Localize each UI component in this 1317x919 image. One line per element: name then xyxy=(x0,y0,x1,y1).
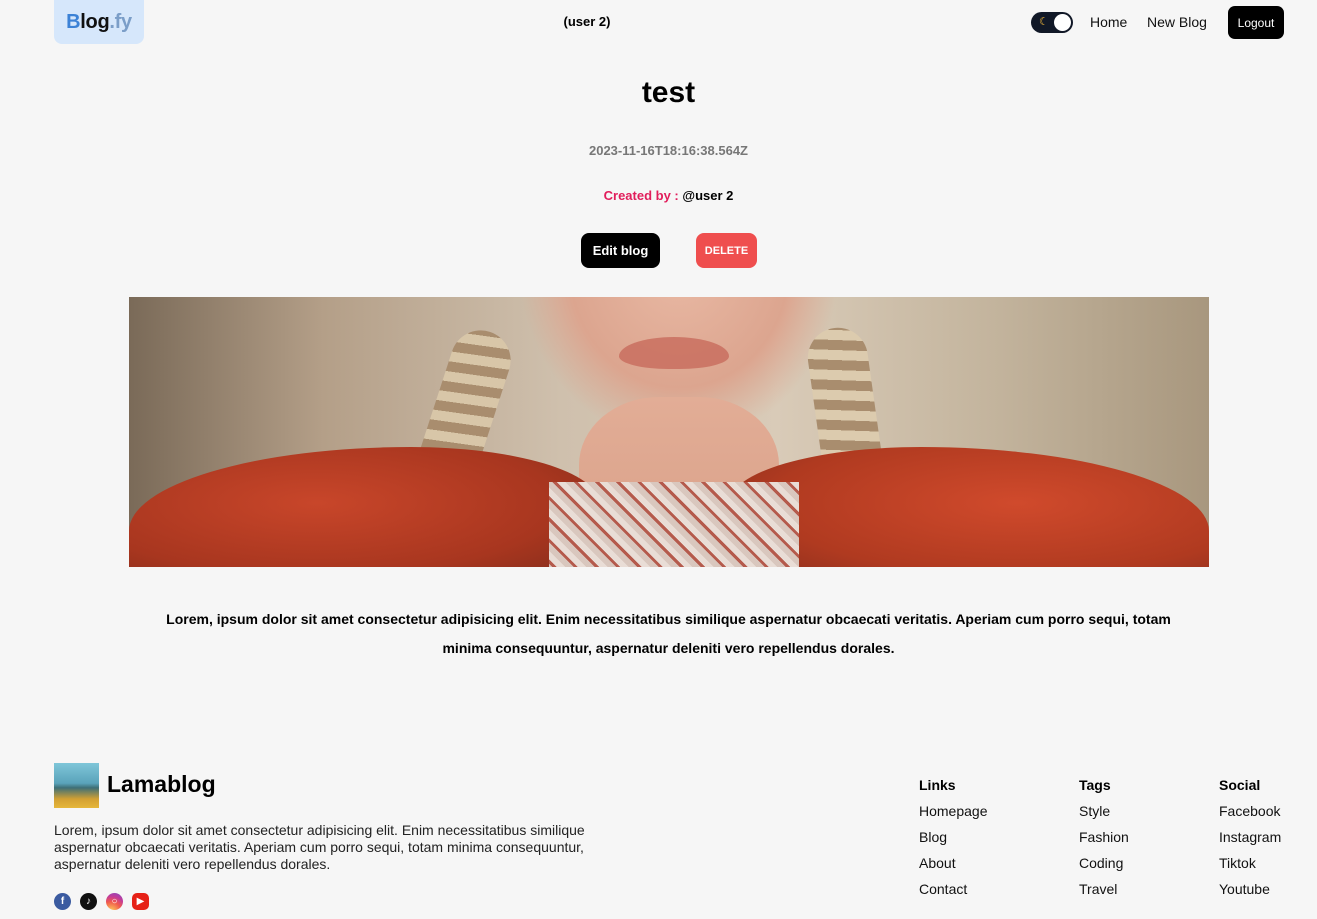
footer-links-column: Links Homepage Blog About Contact xyxy=(919,777,988,907)
logo-letter-b: B xyxy=(66,10,81,33)
footer-social-youtube[interactable]: Youtube xyxy=(1219,881,1281,907)
hero-shape-lips xyxy=(619,337,729,369)
footer-links-title: Links xyxy=(919,777,956,793)
post-cover-image xyxy=(129,297,1209,567)
footer-social-instagram[interactable]: Instagram xyxy=(1219,829,1281,855)
footer-link-blog[interactable]: Blog xyxy=(919,829,988,855)
social-icons: f ♪ ○ ▶ xyxy=(54,893,149,910)
footer-description: Lorem, ipsum dolor sit amet consectetur … xyxy=(54,822,585,872)
footer-social-facebook[interactable]: Facebook xyxy=(1219,803,1281,829)
created-by-label: Created by : xyxy=(603,188,679,203)
footer-tags-title: Tags xyxy=(1079,777,1111,793)
site-logo[interactable]: Blog .fy xyxy=(54,0,144,44)
toggle-knob xyxy=(1054,14,1071,31)
post-date: 2023-11-16T18:16:38.564Z xyxy=(588,143,748,158)
post-author-line: Created by : @user 2 xyxy=(0,188,1317,203)
nav-home-link[interactable]: Home xyxy=(1090,14,1127,30)
footer-tag-travel[interactable]: Travel xyxy=(1079,881,1129,907)
edit-blog-button[interactable]: Edit blog xyxy=(581,233,660,268)
delete-button[interactable]: DELETE xyxy=(696,233,757,268)
current-user-label: (user 2) xyxy=(563,14,611,29)
logo-suffix: .fy xyxy=(109,10,132,33)
moon-icon: ☾ xyxy=(1039,16,1049,28)
footer-tag-coding[interactable]: Coding xyxy=(1079,855,1129,881)
logout-button[interactable]: Logout xyxy=(1228,6,1284,39)
footer-social-title: Social xyxy=(1219,777,1261,793)
footer-tag-fashion[interactable]: Fashion xyxy=(1079,829,1129,855)
youtube-icon[interactable]: ▶ xyxy=(132,893,149,910)
hero-shape-collar xyxy=(549,482,799,567)
footer-logo-image xyxy=(54,763,99,808)
theme-toggle[interactable]: ☾ xyxy=(1031,12,1073,33)
logo-text: log xyxy=(80,10,110,33)
footer-social-tiktok[interactable]: Tiktok xyxy=(1219,855,1281,881)
facebook-icon[interactable]: f xyxy=(54,893,71,910)
hero-shape-dress-left xyxy=(129,447,599,567)
footer-link-contact[interactable]: Contact xyxy=(919,881,988,907)
footer-tags-column: Tags Style Fashion Coding Travel xyxy=(1079,777,1129,907)
footer-brand: Lamablog xyxy=(107,771,216,797)
author-handle: @user 2 xyxy=(682,188,734,203)
hero-shape-dress-right xyxy=(729,447,1209,567)
tiktok-icon[interactable]: ♪ xyxy=(80,893,97,910)
footer-tag-style[interactable]: Style xyxy=(1079,803,1129,829)
footer-link-about[interactable]: About xyxy=(919,855,988,881)
instagram-icon[interactable]: ○ xyxy=(106,893,123,910)
footer-link-homepage[interactable]: Homepage xyxy=(919,803,988,829)
post-title: test xyxy=(641,76,696,109)
footer-social-column: Social Facebook Instagram Tiktok Youtube xyxy=(1219,777,1281,907)
nav-new-blog-link[interactable]: New Blog xyxy=(1147,14,1207,30)
post-body: Lorem, ipsum dolor sit amet consectetur … xyxy=(166,611,1171,656)
